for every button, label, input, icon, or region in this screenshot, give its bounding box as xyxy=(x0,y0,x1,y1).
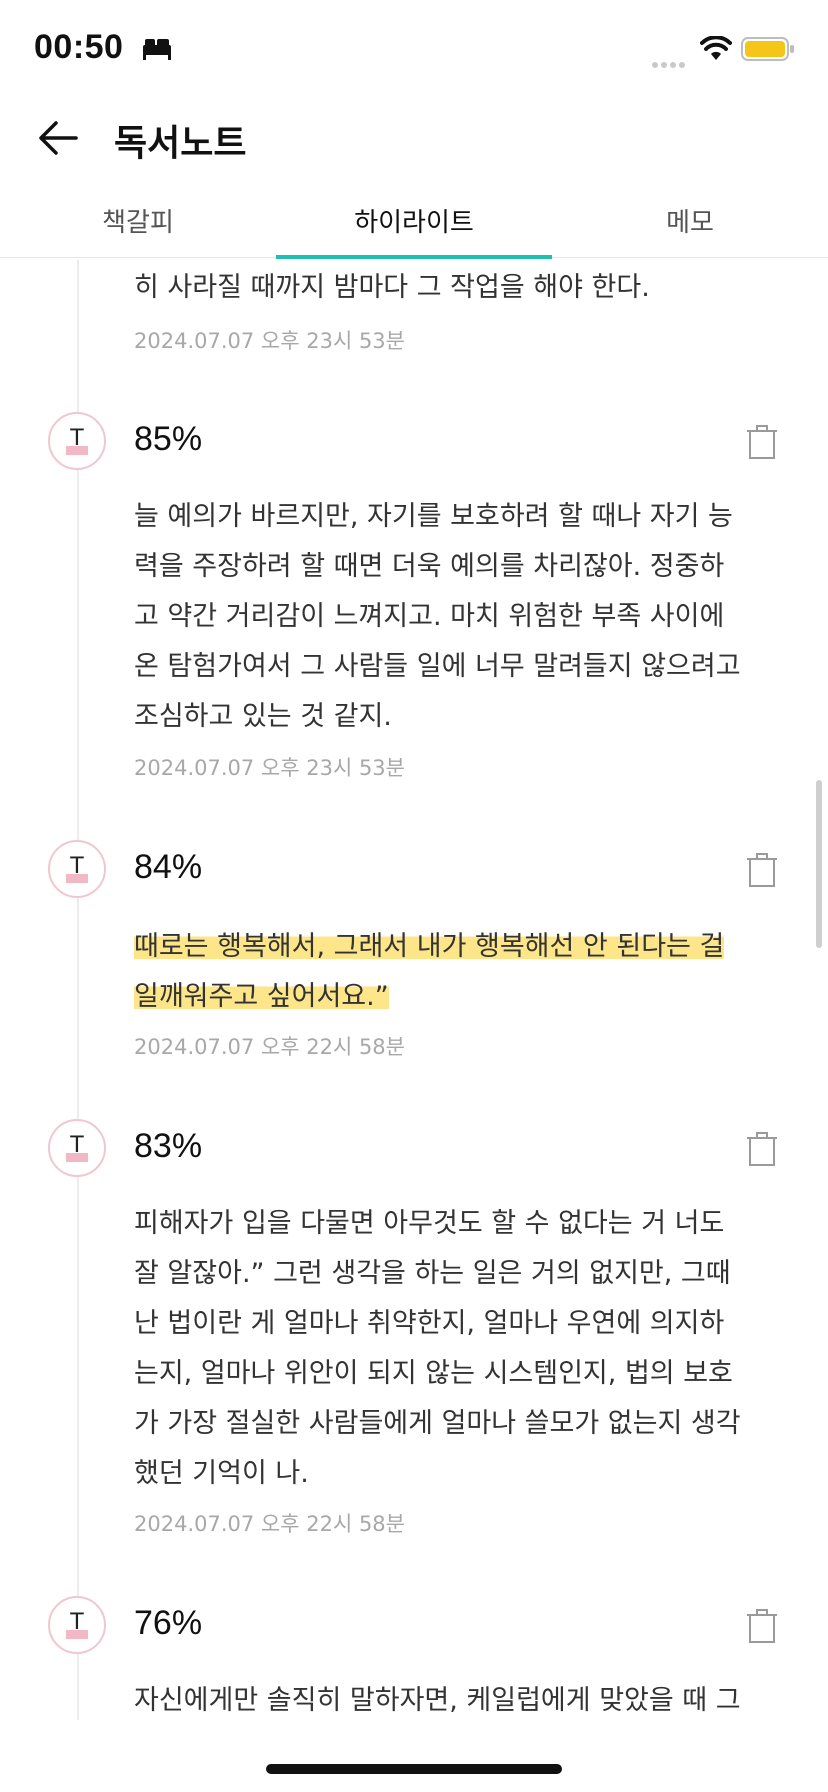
timestamp: 2024.07.07 오후 22시 58분 xyxy=(134,1035,405,1059)
highlight-text: 때로는 행복해서, 그래서 내가 행복해선 안 된다는 걸 일깨워주고 싶어서요… xyxy=(134,922,784,1022)
progress-percent: 76% xyxy=(134,1604,203,1642)
tab-highlights[interactable]: 하이라이트 xyxy=(276,196,552,259)
highlighted-text-line: 때로는 행복해서, 그래서 내가 행복해선 안 된다는 걸 xyxy=(134,931,725,962)
text-line: 력을 주장하려 할 때면 더욱 예의를 차리잖아. 정중하 xyxy=(134,551,725,582)
text-line: 피해자가 입을 다물면 아무것도 할 수 없다는 거 너도 xyxy=(134,1208,725,1239)
text-line: 는지, 얼마나 위안이 되지 않는 시스템인지, 법의 보호 xyxy=(134,1358,733,1389)
home-indicator[interactable] xyxy=(266,1764,562,1774)
text-line: 잘 알잖아.” 그런 생각을 하는 일은 거의 없지만, 그때 xyxy=(134,1258,731,1289)
trash-icon[interactable] xyxy=(746,1608,778,1644)
trash-icon[interactable] xyxy=(746,424,778,460)
wifi-icon xyxy=(700,36,732,60)
text-line: 온 탐험가여서 그 사람들 일에 너무 말려들지 않으려고 xyxy=(134,651,741,682)
text-type-badge: T xyxy=(48,412,106,470)
text-line: 했던 기억이 나. xyxy=(134,1458,309,1489)
text-type-badge: T xyxy=(48,840,106,898)
tab-memo[interactable]: 메모 xyxy=(552,196,828,258)
timeline-line xyxy=(77,260,79,1720)
scrollbar[interactable] xyxy=(816,780,822,948)
highlight-text: 피해자가 입을 다물면 아무것도 할 수 없다는 거 너도 잘 알잖아.” 그런… xyxy=(134,1199,784,1499)
progress-percent: 84% xyxy=(134,848,203,886)
back-arrow-icon[interactable] xyxy=(36,116,80,160)
badge-mark xyxy=(66,874,88,883)
progress-percent: 85% xyxy=(134,420,203,458)
highlight-text: 자신에게만 솔직히 말하자면, 케일럽에게 맞았을 때 그 xyxy=(134,1676,784,1726)
status-bar: 00:50 xyxy=(0,0,828,100)
page-title: 독서노트 xyxy=(114,123,247,164)
text-line: 가 가장 절실한 사람들에게 얼마나 쓸모가 없는지 생각 xyxy=(134,1408,741,1439)
badge-mark xyxy=(66,1630,88,1639)
highlighted-text-line: 일깨워주고 싶어서요.” xyxy=(134,981,389,1012)
tab-bar: 책갈피 하이라이트 메모 xyxy=(0,196,828,259)
text-line: 조심하고 있는 것 같지. xyxy=(134,701,392,732)
tab-bookmarks[interactable]: 책갈피 xyxy=(0,196,276,258)
timestamp: 2024.07.07 오후 23시 53분 xyxy=(134,756,405,780)
badge-mark xyxy=(66,1153,88,1162)
status-time: 00:50 xyxy=(34,28,124,66)
text-type-badge: T xyxy=(48,1119,106,1177)
text-line: 난 법이란 게 얼마나 취약한지, 얼마나 우연에 의지하 xyxy=(134,1308,725,1339)
text-line: 고 약간 거리감이 느껴지고. 마치 위험한 부족 사이에 xyxy=(134,601,725,632)
timestamp: 2024.07.07 오후 23시 53분 xyxy=(134,329,405,353)
battery-icon xyxy=(741,37,794,61)
text-line: 늘 예의가 바르지만, 자기를 보호하려 할 때나 자기 능 xyxy=(134,501,733,532)
badge-mark xyxy=(66,446,88,455)
text-line: 자신에게만 솔직히 말하자면, 케일럽에게 맞았을 때 그 xyxy=(134,1685,741,1716)
timestamp: 2024.07.07 오후 22시 58분 xyxy=(134,1512,405,1536)
highlight-text: 늘 예의가 바르지만, 자기를 보호하려 할 때나 자기 능 력을 주장하려 할… xyxy=(134,492,784,742)
text-type-badge: T xyxy=(48,1596,106,1654)
header: 독서노트 xyxy=(0,100,828,178)
trash-icon[interactable] xyxy=(746,1131,778,1167)
trash-icon[interactable] xyxy=(746,852,778,888)
progress-percent: 83% xyxy=(134,1127,203,1165)
signal-icon xyxy=(652,53,688,72)
sleep-icon xyxy=(143,39,171,60)
highlight-text-partial: 히 사라질 때까지 밤마다 그 작업을 해야 한다. xyxy=(134,272,650,303)
